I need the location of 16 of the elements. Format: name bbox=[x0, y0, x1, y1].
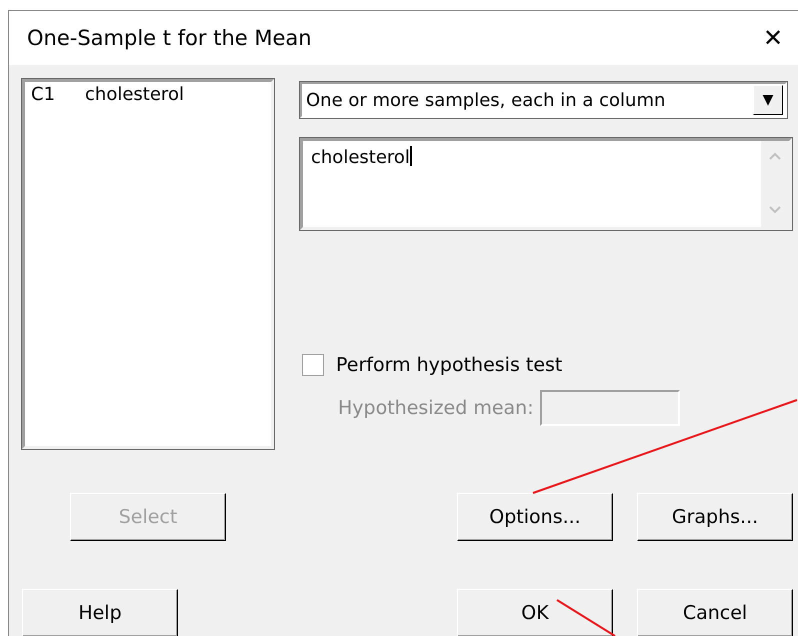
hypothesis-test-checkbox[interactable] bbox=[302, 354, 324, 376]
samples-field[interactable]: cholesterol bbox=[300, 138, 792, 230]
checkbox-label: Perform hypothesis test bbox=[336, 354, 562, 376]
scroll-down-icon[interactable] bbox=[769, 206, 781, 214]
hypothesized-mean-field[interactable] bbox=[540, 390, 680, 426]
scroll-up-icon[interactable] bbox=[769, 152, 781, 160]
dialog-button[interactable]: Help bbox=[22, 589, 178, 636]
hypothesized-mean-label: Hypothesized mean: bbox=[338, 397, 534, 419]
close-icon[interactable]: ✕ bbox=[753, 24, 793, 52]
dialog-button[interactable]: Options... bbox=[457, 493, 613, 541]
data-layout-dropdown[interactable]: One or more samples, each in a column ▼ bbox=[300, 82, 787, 118]
window-title: One-Sample t for the Mean bbox=[27, 26, 312, 50]
dialog-button[interactable]: Graphs... bbox=[637, 493, 793, 541]
dialog-button[interactable]: OK bbox=[457, 589, 613, 636]
variable-item[interactable]: C1 cholesterol bbox=[31, 84, 265, 105]
dialog-button[interactable]: Cancel bbox=[637, 589, 793, 636]
